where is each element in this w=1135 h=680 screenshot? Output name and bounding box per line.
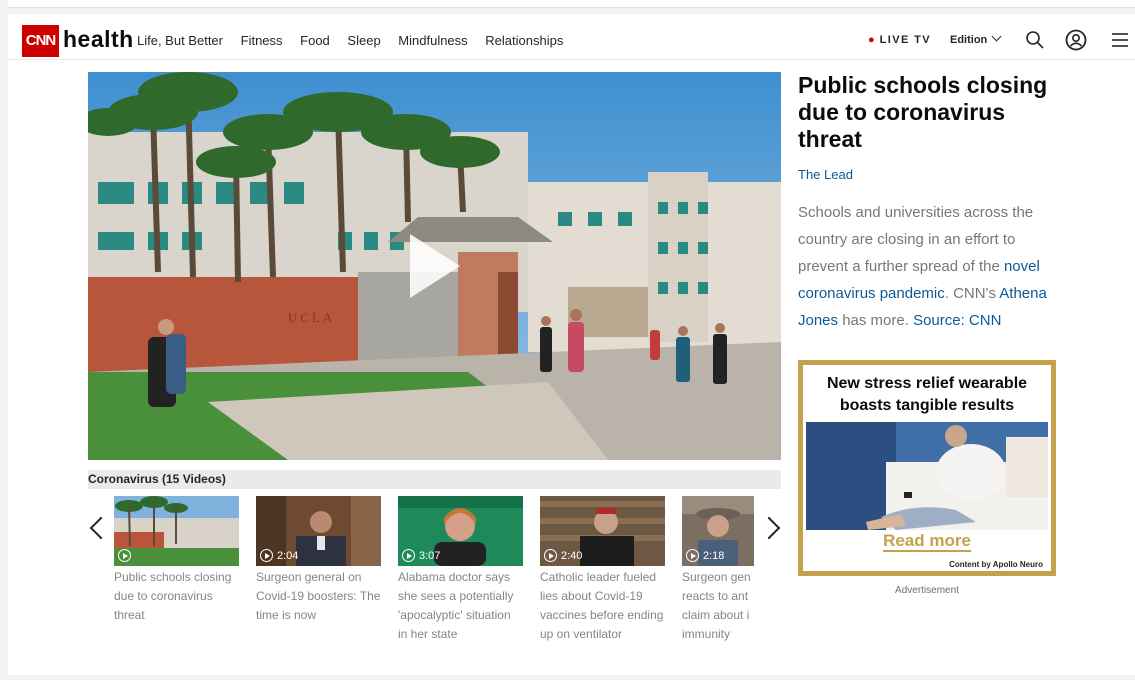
building-sign: UCLA: [288, 310, 335, 325]
advertisement[interactable]: New stress relief wearable boasts tangib…: [798, 360, 1056, 576]
duration-badge: [118, 549, 135, 562]
video-thumbnail[interactable]: [114, 496, 239, 566]
nav-link-life[interactable]: Life, But Better: [137, 33, 223, 48]
play-icon[interactable]: [410, 234, 460, 298]
ad-headline[interactable]: New stress relief wearable boasts tangib…: [803, 373, 1051, 417]
duration-badge: 2:04: [260, 549, 298, 562]
description-text: . CNN's: [944, 285, 1000, 302]
edition-label: Edition: [950, 34, 988, 46]
playlist-title: Coronavirus (15 Videos): [88, 470, 781, 489]
play-circle-icon: [686, 549, 699, 562]
description-text: has more.: [838, 312, 914, 329]
video-caption[interactable]: Alabama doctor says she sees a potential…: [398, 568, 523, 644]
playlist-title-text: Coronavirus (15 Videos): [88, 472, 226, 486]
duration-text: 2:18: [703, 549, 725, 562]
nav-link-relationships[interactable]: Relationships: [485, 33, 563, 48]
live-tv-label: LIVE TV: [879, 34, 932, 46]
play-circle-icon: [402, 549, 415, 562]
duration-text: 3:07: [419, 549, 441, 562]
menu-icon[interactable]: [1109, 29, 1131, 51]
live-tv-link[interactable]: ● LIVE TV: [868, 34, 931, 46]
show-link[interactable]: The Lead: [798, 167, 853, 182]
duration-badge: 2:18: [686, 549, 724, 562]
nav-links: Life, But Better Fitness Food Sleep Mind…: [137, 33, 577, 48]
search-icon[interactable]: [1024, 29, 1046, 51]
video-thumbnail[interactable]: 2:04: [256, 496, 381, 566]
ad-sponsor: Content by Apollo Neuro: [949, 560, 1043, 569]
live-dot-icon: ●: [868, 34, 875, 46]
video-caption[interactable]: Catholic leader fueled lies about Covid-…: [540, 568, 665, 644]
duration-badge: 2:40: [544, 549, 582, 562]
link-source-cnn[interactable]: Source: CNN: [913, 312, 1001, 329]
ad-cta-label: Read more: [883, 531, 971, 552]
video-caption[interactable]: Public schools closing due to coronaviru…: [114, 568, 239, 625]
account-icon[interactable]: [1065, 29, 1087, 51]
hero-video[interactable]: UCLA: [88, 72, 781, 460]
chevron-down-icon: [991, 31, 1002, 42]
video-thumbnail[interactable]: 2:40: [540, 496, 665, 566]
edition-menu[interactable]: Edition: [950, 31, 1002, 46]
page: CNN health Life, But Better Fitness Food…: [8, 14, 1135, 675]
chevron-left-icon[interactable]: [89, 516, 113, 540]
cnn-logo[interactable]: CNN: [22, 25, 59, 57]
video-caption[interactable]: Surgeon gen reacts to ant claim about i …: [682, 568, 762, 644]
story-headline: Public schools closing due to coronaviru…: [798, 72, 1048, 152]
story-description: Schools and universities across the coun…: [798, 199, 1068, 334]
video-thumbnail[interactable]: 3:07: [398, 496, 523, 566]
ad-image[interactable]: [806, 422, 1048, 530]
play-circle-icon: [118, 549, 131, 562]
video-thumbnail[interactable]: 2:18: [682, 496, 754, 566]
section-title[interactable]: health: [63, 26, 134, 53]
nav-link-mindfulness[interactable]: Mindfulness: [398, 33, 467, 48]
duration-text: 2:40: [561, 549, 583, 562]
nav-link-sleep[interactable]: Sleep: [347, 33, 380, 48]
duration-badge: 3:07: [402, 549, 440, 562]
play-circle-icon: [260, 549, 273, 562]
top-nav: CNN health Life, But Better Fitness Food…: [8, 23, 1135, 60]
advertisement-label: Advertisement: [895, 585, 959, 596]
nav-link-food[interactable]: Food: [300, 33, 330, 48]
chevron-right-icon[interactable]: [757, 516, 781, 540]
ad-read-more-link[interactable]: Read more: [803, 531, 1051, 552]
description-text: Schools and universities across the coun…: [798, 204, 1034, 275]
top-strip: [8, 0, 1135, 8]
nav-link-fitness[interactable]: Fitness: [241, 33, 283, 48]
duration-text: 2:04: [277, 549, 299, 562]
play-circle-icon: [544, 549, 557, 562]
video-caption[interactable]: Surgeon general on Covid-19 boosters: Th…: [256, 568, 381, 625]
